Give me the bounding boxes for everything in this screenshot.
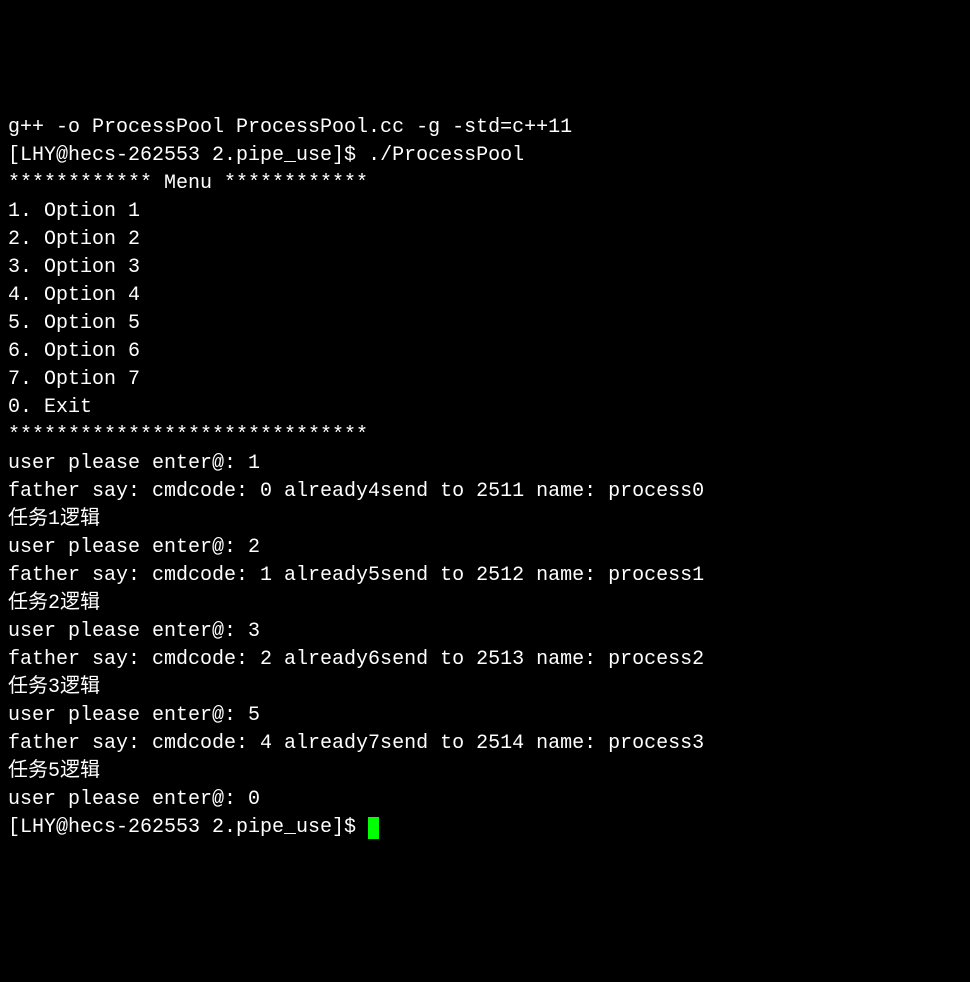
menu-item: 1. Option 1 [8,198,962,226]
menu-item: 5. Option 5 [8,310,962,338]
run-line: [LHY@hecs-262553 2.pipe_use]$ ./ProcessP… [8,142,962,170]
task-line: 任务3逻辑 [8,674,962,702]
menu-item: 6. Option 6 [8,338,962,366]
task-line: 任务2逻辑 [8,590,962,618]
menu-item: 0. Exit [8,394,962,422]
father-say-line: father say: cmdcode: 1 already5send to 2… [8,562,962,590]
menu-header: ************ Menu ************ [8,170,962,198]
cursor-icon [368,817,379,839]
father-say-line: father say: cmdcode: 0 already4send to 2… [8,478,962,506]
menu-item: 2. Option 2 [8,226,962,254]
user-enter-line: user please enter@: 5 [8,702,962,730]
shell-prompt: [LHY@hecs-262553 2.pipe_use]$ [8,816,368,839]
compile-line: g++ -o ProcessPool ProcessPool.cc -g -st… [8,114,962,142]
shell-prompt-line[interactable]: [LHY@hecs-262553 2.pipe_use]$ [8,814,962,842]
father-say-line: father say: cmdcode: 4 already7send to 2… [8,730,962,758]
menu-item: 4. Option 4 [8,282,962,310]
menu-item: 7. Option 7 [8,366,962,394]
shell-prompt: [LHY@hecs-262553 2.pipe_use]$ [8,144,368,167]
run-command: ./ProcessPool [368,144,524,167]
user-enter-line: user please enter@: 1 [8,450,962,478]
user-enter-line: user please enter@: 3 [8,618,962,646]
task-line: 任务5逻辑 [8,758,962,786]
user-enter-line: user please enter@: 2 [8,534,962,562]
father-say-line: father say: cmdcode: 2 already6send to 2… [8,646,962,674]
task-line: 任务1逻辑 [8,506,962,534]
user-enter-final: user please enter@: 0 [8,786,962,814]
menu-item: 3. Option 3 [8,254,962,282]
menu-footer: ****************************** [8,422,962,450]
